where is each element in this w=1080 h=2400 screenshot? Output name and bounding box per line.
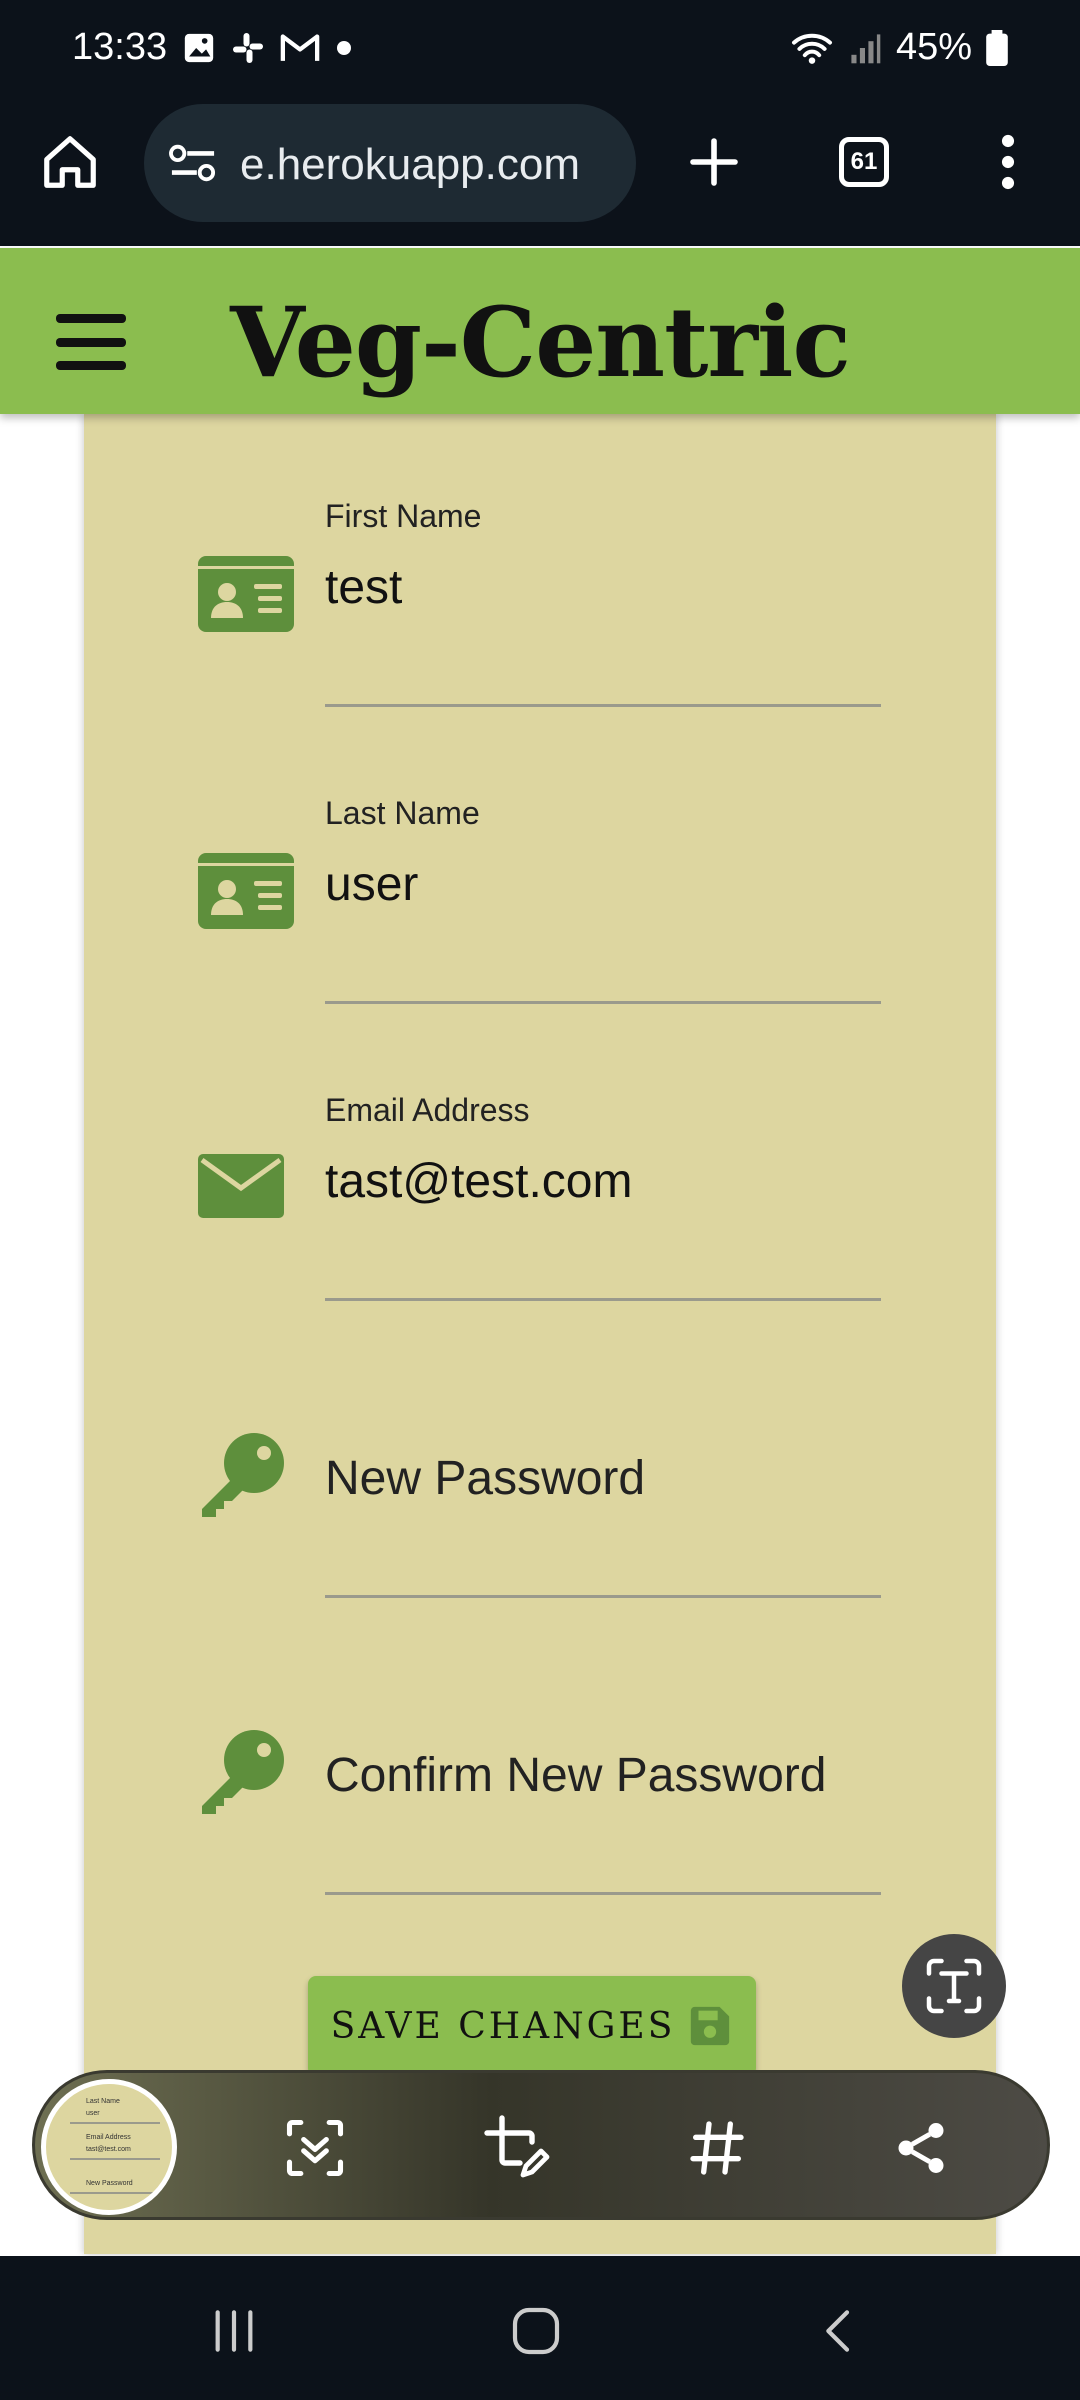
status-time: 13:33 bbox=[72, 26, 168, 68]
home-button-icon[interactable] bbox=[496, 2296, 576, 2366]
browser-toolbar: e.herokuapp.com 61 bbox=[0, 96, 1080, 246]
new-password-field bbox=[84, 1365, 996, 1598]
extract-text-button[interactable] bbox=[902, 1934, 1006, 2038]
email-underline bbox=[325, 1298, 881, 1301]
wifi-icon bbox=[791, 33, 832, 64]
address-bar[interactable]: e.herokuapp.com bbox=[144, 104, 636, 222]
navigation-bar bbox=[0, 2256, 1080, 2400]
notification-icons bbox=[182, 30, 354, 66]
id-card-icon bbox=[198, 556, 294, 632]
more-options-icon[interactable] bbox=[970, 124, 1046, 200]
battery-percent: 45% bbox=[895, 26, 972, 68]
last-name-underline bbox=[325, 1001, 881, 1004]
brand-title: Veg-Centric bbox=[230, 286, 851, 399]
share-icon[interactable] bbox=[881, 2108, 961, 2188]
email-input[interactable] bbox=[325, 1154, 881, 1209]
floppy-disk-icon bbox=[691, 2006, 730, 2046]
first-name-label: First Name bbox=[325, 498, 482, 534]
scroll-capture-icon[interactable] bbox=[275, 2108, 355, 2188]
hashtag-icon[interactable] bbox=[677, 2108, 757, 2188]
save-changes-button[interactable]: SAVE CHANGES bbox=[308, 1976, 756, 2076]
confirm-password-underline bbox=[325, 1892, 881, 1895]
tab-count: 61 bbox=[839, 137, 889, 187]
id-card-icon bbox=[198, 853, 294, 929]
url-text: e.herokuapp.com bbox=[240, 140, 580, 189]
gmail-icon bbox=[280, 34, 320, 61]
crop-edit-icon[interactable] bbox=[477, 2108, 557, 2188]
dot-icon bbox=[337, 41, 351, 55]
status-bar: 13:33 45% bbox=[0, 0, 1080, 96]
profile-form: First Name Last Name Email Address SAVE … bbox=[84, 414, 996, 2254]
first-name-input[interactable] bbox=[325, 560, 881, 615]
confirm-password-field bbox=[84, 1662, 996, 1895]
email-label: Email Address bbox=[325, 1092, 530, 1128]
signal-icon bbox=[851, 33, 881, 63]
key-icon bbox=[202, 1730, 284, 1814]
last-name-label: Last Name bbox=[325, 795, 480, 831]
email-field: Email Address bbox=[84, 1068, 996, 1301]
recent-apps-icon[interactable] bbox=[194, 2296, 274, 2366]
envelope-icon bbox=[198, 1154, 284, 1218]
text-scan-icon bbox=[926, 1958, 982, 2014]
battery-icon bbox=[986, 29, 1008, 66]
site-settings-icon[interactable] bbox=[168, 140, 218, 186]
new-password-input[interactable] bbox=[325, 1451, 881, 1506]
system-indicators: 45% bbox=[790, 26, 1008, 69]
first-name-field: First Name bbox=[84, 474, 996, 707]
key-icon bbox=[202, 1433, 284, 1517]
save-changes-label: SAVE CHANGES bbox=[330, 2005, 676, 2047]
home-icon[interactable] bbox=[32, 124, 108, 200]
confirm-password-input[interactable] bbox=[325, 1748, 881, 1803]
app-header: Veg-Centric bbox=[0, 248, 1080, 414]
new-tab-icon[interactable] bbox=[676, 124, 752, 200]
last-name-field: Last Name bbox=[84, 771, 996, 1004]
gallery-icon bbox=[184, 33, 214, 63]
slack-icon bbox=[233, 33, 263, 63]
new-password-underline bbox=[325, 1595, 881, 1598]
screenshot-thumbnail[interactable]: Last Name user Email Address tast@test.c… bbox=[41, 2079, 177, 2215]
back-icon[interactable] bbox=[800, 2296, 880, 2366]
screenshot-toolbar: Last Name user Email Address tast@test.c… bbox=[32, 2070, 1050, 2220]
last-name-input[interactable] bbox=[325, 857, 881, 912]
first-name-underline bbox=[325, 704, 881, 707]
tab-switcher-button[interactable]: 61 bbox=[826, 124, 902, 200]
